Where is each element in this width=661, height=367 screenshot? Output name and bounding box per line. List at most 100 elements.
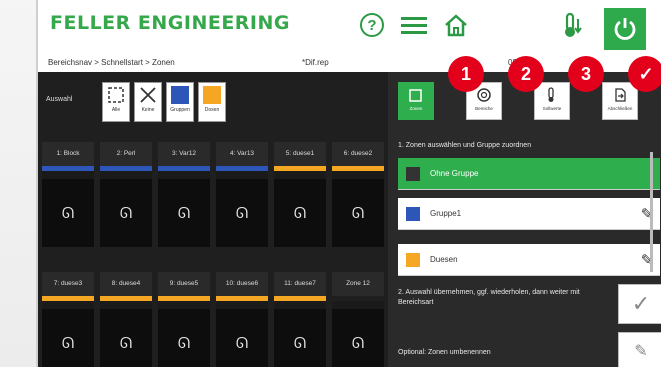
power-button[interactable] <box>604 8 646 50</box>
zone-name: Zone 12 <box>332 272 384 296</box>
nozzle-icon: ᘏ <box>119 204 133 222</box>
zone-body: ᘏ <box>100 171 152 247</box>
thermometer-icon <box>565 12 582 37</box>
apply-button[interactable]: ✓ <box>618 284 661 324</box>
temperature-button[interactable] <box>558 10 590 40</box>
breadcrumb[interactable]: Bereichsnav > Schnellstart > Zonen <box>48 58 175 67</box>
zone-tile[interactable]: 4: Var13 ᘏ <box>216 142 268 247</box>
zone-body: ᘏ <box>274 171 326 247</box>
nozzle-icon: ᘏ <box>61 334 75 352</box>
checkmark-icon: ✓ <box>631 291 651 316</box>
zones-icon <box>409 89 422 102</box>
nozzle-icon: ᘏ <box>293 204 307 222</box>
step-badge-3: 3 <box>568 56 604 92</box>
help-button[interactable]: ? <box>356 10 388 40</box>
select-groups-button[interactable]: Gruppen <box>166 82 194 122</box>
zone-name: 7: duese3 <box>42 272 94 296</box>
zone-panel: Auswahl Alle Keine Gruppen Dosen 1: Bloc… <box>38 72 388 367</box>
zone-tile[interactable]: Zone 12 ᘏ <box>332 272 384 367</box>
select-groups-label: Gruppen <box>170 107 190 113</box>
select-none-label: Keine <box>141 107 155 113</box>
zone-tile[interactable]: 2: Perl ᘏ <box>100 142 152 247</box>
zone-body: ᘏ <box>274 301 326 367</box>
orange-swatch-icon <box>203 86 221 104</box>
header: FELLER ENGINEERING ? <box>38 0 661 52</box>
zone-body: ᘏ <box>42 171 94 247</box>
power-icon <box>614 18 636 40</box>
selection-label: Auswahl <box>46 96 73 103</box>
zone-body: ᘏ <box>332 301 384 367</box>
zone-tile[interactable]: 3: Var12 ᘏ <box>158 142 210 247</box>
nozzle-icon: ᘏ <box>351 204 365 222</box>
zone-body: ᘏ <box>332 171 384 247</box>
tool-label: Sollwerte <box>542 106 562 111</box>
step1-instruction: 1. Zonen auswählen und Gruppe zuordnen <box>398 142 532 149</box>
zone-body: ᘏ <box>216 301 268 367</box>
zone-tile[interactable]: 5: duese1 ᘏ <box>274 142 326 247</box>
optional-instruction: Optional: Zonen umbenennen <box>398 349 491 356</box>
nozzle-icon: ᘏ <box>177 334 191 352</box>
select-nozzles-button[interactable]: Dosen <box>198 82 226 122</box>
zone-tile[interactable]: 11: duese7 ᘏ <box>274 272 326 367</box>
help-icon: ? <box>360 13 384 37</box>
zone-name: 5: duese1 <box>274 142 326 166</box>
zone-tile[interactable]: 9: duese5 ᘏ <box>158 272 210 367</box>
edit-pen-icon[interactable]: ✎ <box>634 251 660 269</box>
nozzle-icon: ᘏ <box>351 334 365 352</box>
group-option-nozzles[interactable]: Duesen ✎ <box>398 244 660 276</box>
tool-label: Zonen <box>409 106 423 111</box>
zone-tile[interactable]: 7: duese3 ᘏ <box>42 272 94 367</box>
zone-tile[interactable]: 10: duese6 ᘏ <box>216 272 268 367</box>
home-icon <box>445 14 467 37</box>
zone-tile[interactable]: 8: duese4 ᘏ <box>100 272 152 367</box>
zone-tile[interactable]: 6: duese2 ᘏ <box>332 142 384 247</box>
stage: FELLER ENGINEERING ? Bereichsnav > Schne… <box>0 0 661 367</box>
step-badge-1: 1 <box>448 56 484 92</box>
zone-name: 1: Block <box>42 142 94 166</box>
zone-body: ᘏ <box>216 171 268 247</box>
zone-body: ᘏ <box>158 301 210 367</box>
nozzle-icon: ᘏ <box>61 204 75 222</box>
tool-label: Abschließen <box>607 106 633 111</box>
menu-button[interactable] <box>398 10 430 40</box>
group-name: Ohne Gruppe <box>430 169 479 178</box>
group-option-none[interactable]: Ohne Gruppe <box>398 158 660 190</box>
rename-button[interactable]: ✎ <box>618 332 661 367</box>
areas-icon <box>477 88 491 102</box>
edit-pen-icon[interactable]: ✎ <box>634 205 660 223</box>
zone-name: 4: Var13 <box>216 142 268 166</box>
nozzle-icon: ᘏ <box>293 334 307 352</box>
zone-name: 2: Perl <box>100 142 152 166</box>
group-color-swatch <box>406 166 420 181</box>
group-color-swatch <box>406 206 420 221</box>
home-button[interactable] <box>440 10 472 40</box>
tool-label: Bereiche <box>475 106 493 111</box>
hmi-screen: FELLER ENGINEERING ? Bereichsnav > Schne… <box>36 0 661 367</box>
select-none-button[interactable]: Keine <box>134 82 162 122</box>
nozzle-icon: ᘏ <box>235 204 249 222</box>
tool-setpoints[interactable]: Sollwerte <box>534 82 570 120</box>
tool-finish[interactable]: Abschließen <box>602 82 638 120</box>
select-all-label: Alle <box>111 107 121 113</box>
zone-name: 9: duese5 <box>158 272 210 296</box>
group-name: Duesen <box>430 255 458 264</box>
select-all-icon <box>108 87 124 103</box>
group-option-1[interactable]: Gruppe1 ✎ <box>398 198 660 230</box>
brand-logo: FELLER ENGINEERING <box>50 12 290 34</box>
zone-name: 3: Var12 <box>158 142 210 166</box>
zone-name: 10: duese6 <box>216 272 268 296</box>
setpoint-icon <box>548 87 554 102</box>
tool-zones[interactable]: Zonen <box>398 82 434 120</box>
zone-body: ᘏ <box>100 301 152 367</box>
recipe-name: *Dif.rep <box>302 58 329 67</box>
scrollbar[interactable] <box>650 152 653 272</box>
blue-swatch-icon <box>171 86 189 104</box>
zone-name: 11: duese7 <box>274 272 326 296</box>
select-nozzles-label: Dosen <box>204 107 220 113</box>
nozzle-icon: ᘏ <box>119 334 133 352</box>
nozzle-icon: ᘏ <box>235 334 249 352</box>
zone-tile[interactable]: 1: Block ᘏ <box>42 142 94 247</box>
nozzle-icon: ᘏ <box>177 204 191 222</box>
select-all-button[interactable]: Alle <box>102 82 130 122</box>
step-badge-check: ✓ <box>628 56 661 92</box>
